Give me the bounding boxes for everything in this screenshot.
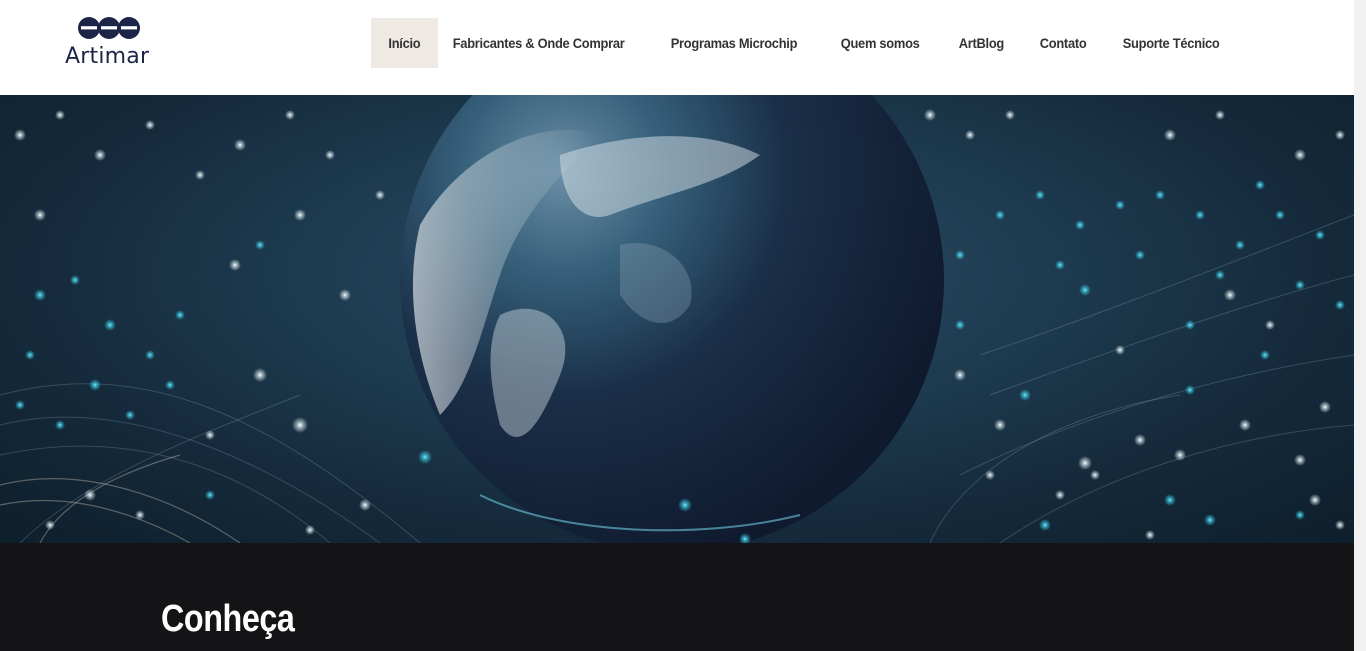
section-title: Conheça [161,598,295,640]
nav-item-suporte-tecnico[interactable]: Suporte Técnico [1108,18,1234,68]
nav-item-fabricantes[interactable]: Fabricantes & Onde Comprar [438,18,639,68]
logo-text: Artimar [65,44,150,69]
nav-item-inicio[interactable]: Início [371,18,438,68]
main-nav: Início Fabricantes & Onde Comprar Progra… [371,18,1245,68]
nav-item-quem-somos[interactable]: Quem somos [826,18,934,68]
page-scrollbar[interactable] [1354,0,1366,651]
nav-item-artblog[interactable]: ArtBlog [944,18,1019,68]
site-header: Artimar Início Fabricantes & Onde Compra… [0,0,1366,95]
nav-item-programas-microchip[interactable]: Programas Microchip [656,18,812,68]
artimar-logo[interactable]: Artimar [63,14,155,72]
intro-section: Conheça [0,543,1354,651]
earth-network-illustration [0,95,1354,543]
logo-mark-icon [78,17,140,39]
nav-item-contato[interactable]: Contato [1025,18,1101,68]
hero-banner-image [0,95,1354,543]
